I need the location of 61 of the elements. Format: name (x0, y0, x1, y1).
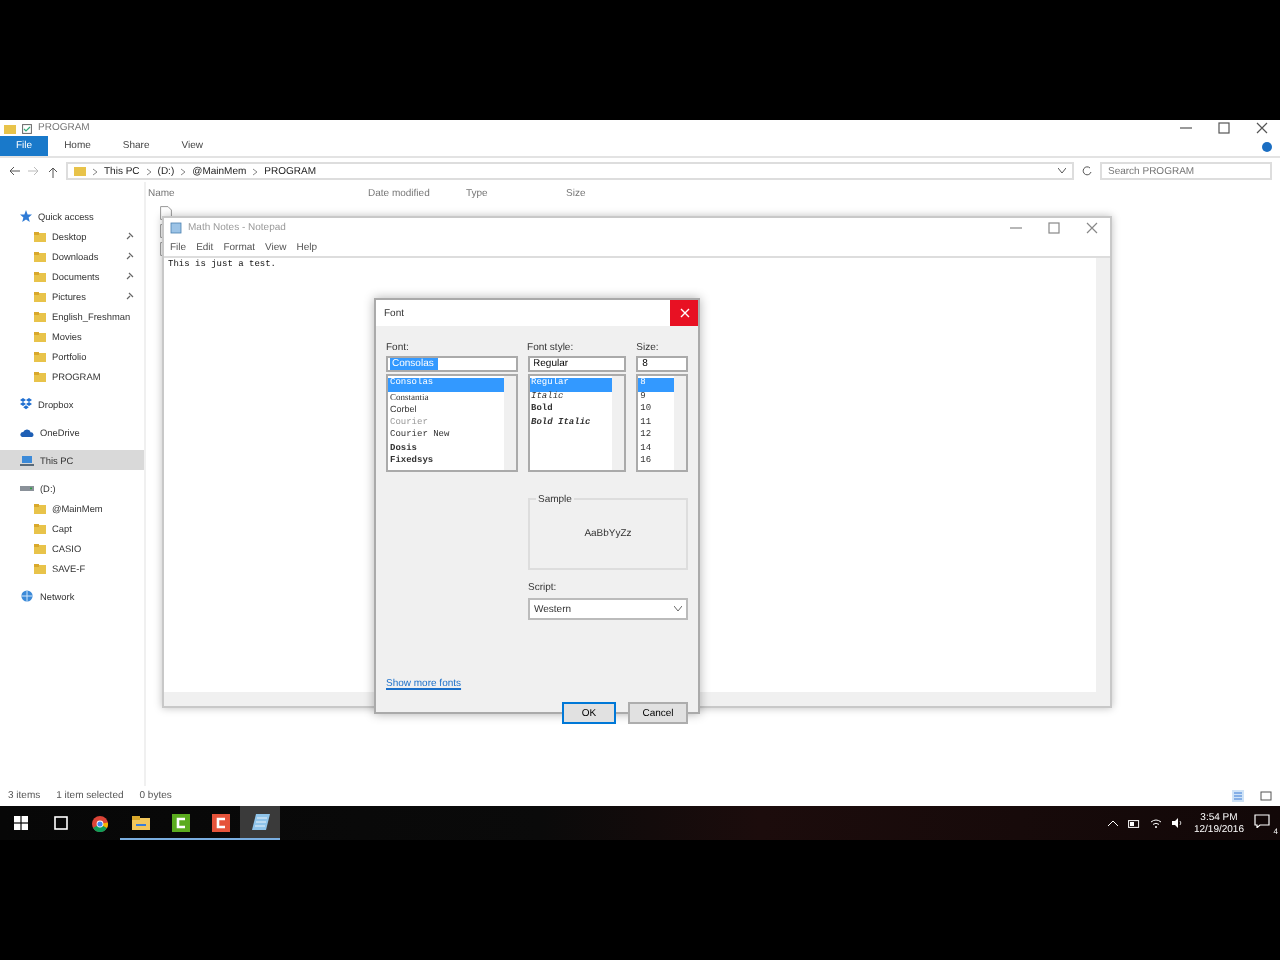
folder-icon (34, 371, 46, 381)
close-button[interactable] (670, 300, 698, 326)
folder-icon (74, 166, 86, 176)
wifi-icon[interactable] (1149, 818, 1162, 828)
chevron-up-icon[interactable] (1107, 820, 1118, 826)
back-arrow-icon[interactable] (8, 166, 20, 176)
scrollbar[interactable] (503, 376, 516, 470)
folder-icon (131, 815, 149, 829)
pin-icon (126, 272, 134, 280)
folder-icon (34, 291, 46, 301)
up-arrow-icon[interactable] (48, 165, 58, 177)
notification-icon[interactable] (1254, 813, 1270, 827)
network-icon (20, 590, 34, 602)
dropbox-icon (20, 398, 32, 410)
minimize-icon[interactable] (1180, 122, 1192, 134)
folder-icon (34, 331, 46, 341)
close-icon (679, 308, 689, 318)
close-icon[interactable] (1086, 222, 1098, 234)
close-icon[interactable] (1256, 122, 1268, 134)
chrome-icon (92, 815, 108, 831)
refresh-icon[interactable] (1082, 166, 1092, 176)
folder-icon (34, 271, 46, 281)
computer-icon (20, 455, 34, 465)
help-icon[interactable] (1262, 141, 1272, 151)
folder-icon (34, 231, 46, 241)
task-view-icon (53, 816, 67, 830)
folder-icon (34, 523, 46, 533)
notepad-icon (170, 222, 182, 234)
folder-icon (34, 311, 46, 321)
folder-icon (34, 351, 46, 361)
maximize-icon[interactable] (1218, 122, 1230, 134)
folder-icon (34, 503, 46, 513)
chevron-down-icon[interactable] (1058, 168, 1066, 174)
notepad-icon (251, 814, 269, 830)
tiles-view-icon[interactable] (1260, 790, 1272, 802)
chevron-right-icon (252, 167, 259, 175)
pin-icon (126, 232, 134, 240)
chevron-down-icon (674, 606, 682, 612)
taskbar-app[interactable] (240, 806, 280, 840)
folder-icon (4, 123, 16, 133)
letter-c-icon (211, 813, 229, 831)
vertical-scrollbar[interactable] (1096, 258, 1110, 706)
folder-icon (34, 251, 46, 261)
chevron-right-icon (180, 167, 187, 175)
windows-icon (13, 816, 27, 830)
folder-icon (34, 543, 46, 553)
cloud-icon (20, 427, 34, 437)
pin-icon (126, 292, 134, 300)
speaker-icon[interactable] (1171, 818, 1184, 828)
maximize-icon[interactable] (1048, 222, 1060, 234)
chevron-right-icon (92, 167, 98, 175)
pin-icon (126, 252, 134, 260)
letter-c-icon (171, 813, 189, 831)
battery-icon[interactable] (1127, 819, 1140, 827)
folder-icon (34, 563, 46, 573)
star-icon (20, 210, 32, 222)
chevron-right-icon (145, 167, 152, 175)
drive-icon (20, 484, 34, 492)
checkbox-icon (22, 123, 32, 133)
scrollbar[interactable] (673, 376, 686, 470)
scrollbar[interactable] (612, 376, 625, 470)
